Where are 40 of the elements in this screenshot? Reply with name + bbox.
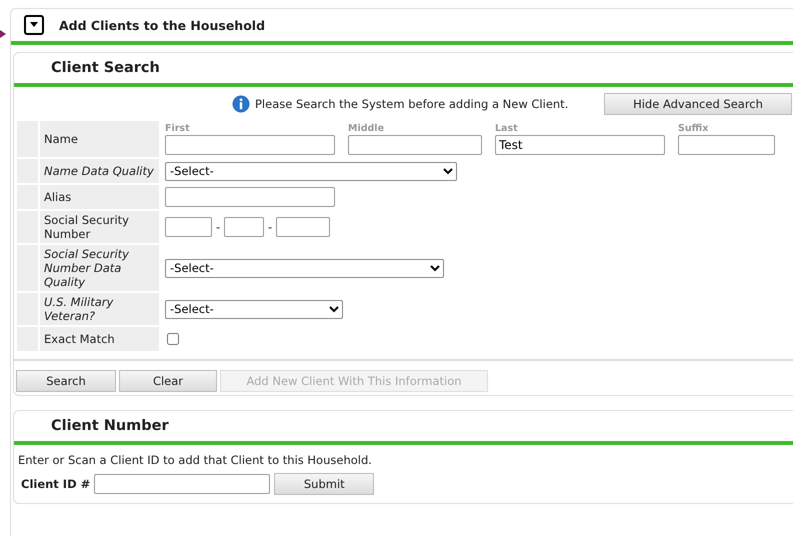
name-field[interactable] (678, 135, 775, 155)
field-label: Social Security Number (40, 211, 159, 243)
field-caption: First (165, 123, 191, 135)
panel-title: Client Number (51, 418, 169, 434)
ssn-field[interactable] (224, 217, 264, 237)
pointer-icon (0, 30, 6, 38)
client-id-field[interactable] (94, 474, 270, 494)
ssn-field[interactable] (276, 217, 330, 237)
ssn-field[interactable] (165, 217, 212, 237)
instructions-text: Enter or Scan a Client ID to add that Client to this Household. (17, 452, 373, 467)
notice-text: Please Search the System before adding a New Client. (255, 97, 568, 111)
field-label: Social Security Number Data Quality (40, 245, 159, 291)
caret-icon (29, 21, 39, 29)
collapse-button[interactable] (24, 15, 44, 35)
section-title: Add Clients to the Household (59, 18, 266, 32)
field-label: Alias (40, 185, 159, 209)
field-label: Exact Match (40, 327, 159, 351)
action-button[interactable]: Clear (119, 370, 217, 392)
field-caption: Last (495, 123, 519, 135)
field-label: Name (40, 121, 159, 157)
info-icon (232, 95, 250, 113)
select-dropdown[interactable]: -Select- (165, 162, 457, 180)
name-field[interactable] (165, 135, 335, 155)
alias-field[interactable] (165, 187, 335, 207)
exact-match-checkbox[interactable] (167, 333, 179, 345)
panel-title: Client Search (51, 60, 160, 76)
field-caption: Suffix (678, 123, 710, 135)
field-caption: Middle (348, 123, 386, 135)
action-button[interactable]: Search (16, 370, 116, 392)
field-label: Name Data Quality (40, 159, 159, 183)
dash-separator: - (216, 220, 220, 234)
field-label: U.S. Military Veteran? (40, 293, 159, 325)
select-dropdown[interactable]: -Select- (165, 300, 343, 318)
select-dropdown[interactable]: -Select- (165, 258, 444, 278)
submit-button[interactable]: Submit (274, 473, 374, 495)
hide-advanced-search-button[interactable]: Hide Advanced Search (604, 93, 792, 115)
name-field[interactable]: Test (495, 135, 665, 155)
client-id-label: Client ID # (21, 477, 90, 491)
name-field[interactable] (348, 135, 482, 155)
dash-separator: - (268, 220, 272, 234)
